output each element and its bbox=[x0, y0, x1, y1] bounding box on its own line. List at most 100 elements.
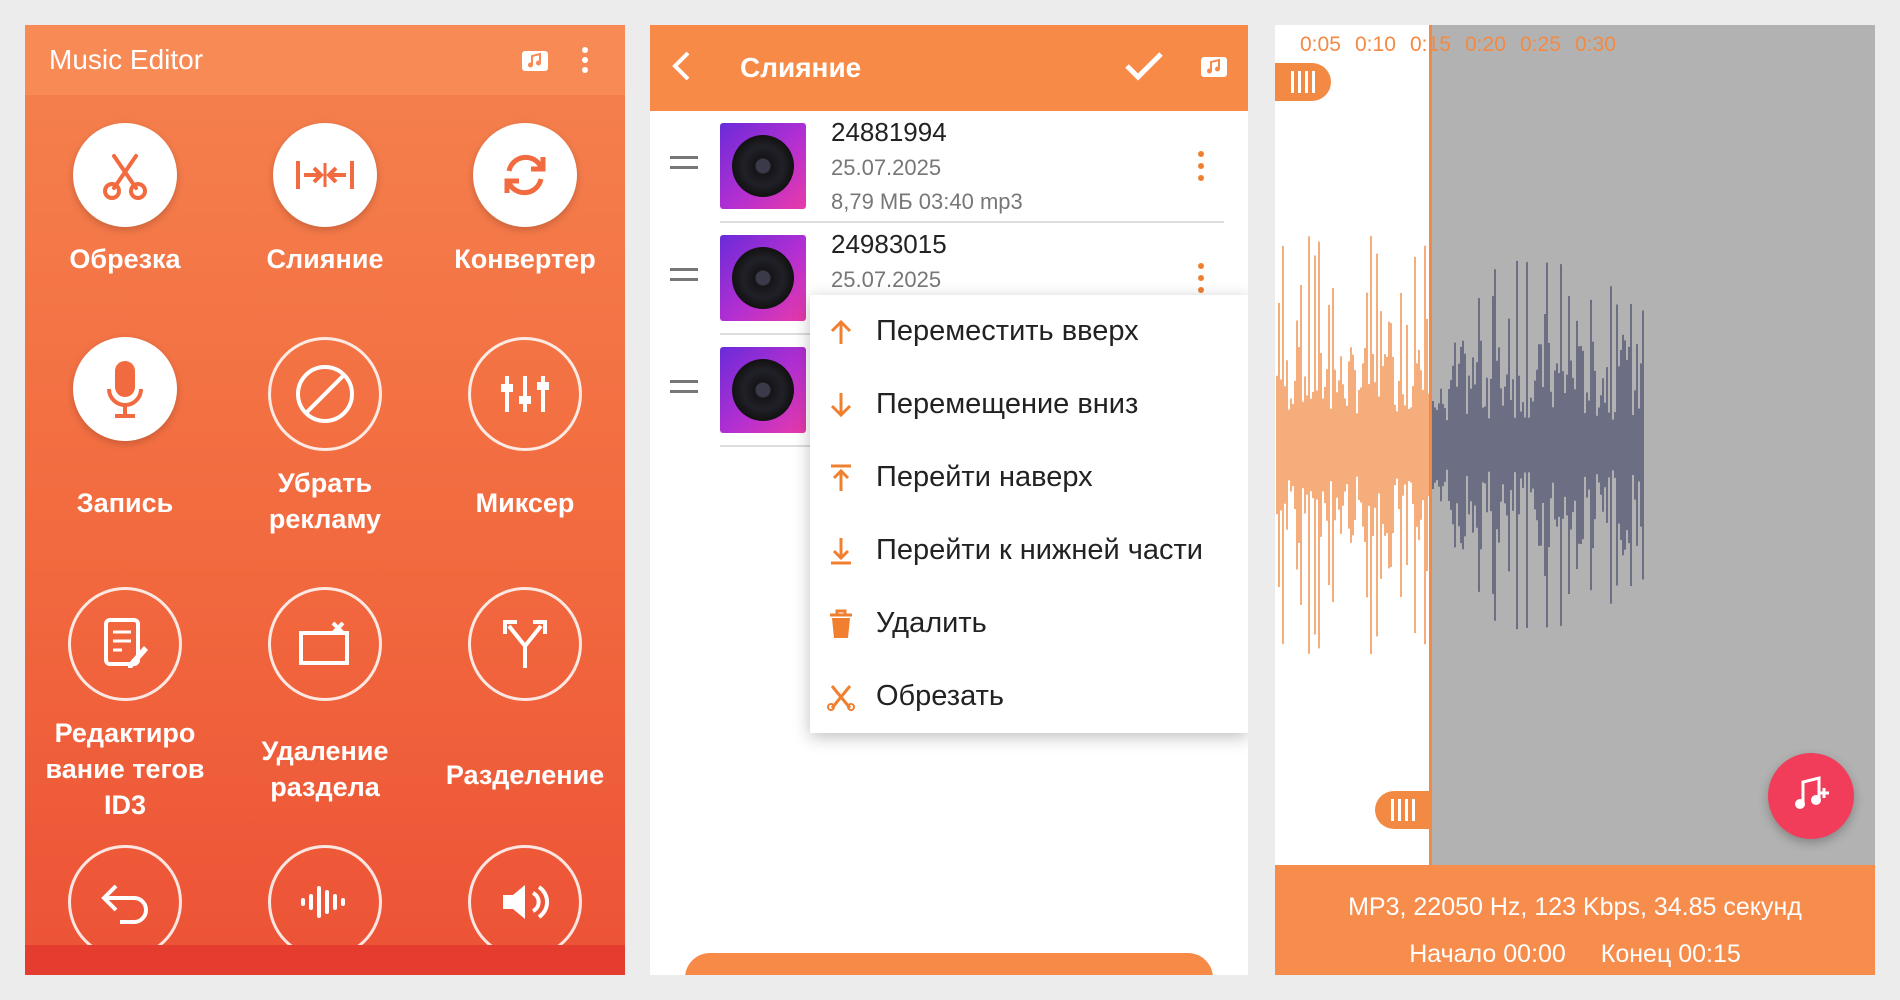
tile-mixer[interactable]: Миксер bbox=[425, 337, 625, 521]
context-menu: Переместить вверх Перемещение вниз Перей… bbox=[810, 295, 1248, 733]
track-meta: 8,79 МБ 03:40 mp3 bbox=[831, 189, 1023, 214]
time-tick: 0:05 bbox=[1300, 33, 1341, 56]
time-tick: 0:30 bbox=[1575, 33, 1616, 56]
tile-label: Убрать рекламу bbox=[268, 468, 382, 534]
tile-label: Запись bbox=[76, 488, 174, 518]
drag-handle-icon[interactable] bbox=[670, 156, 698, 176]
merge-icon bbox=[273, 123, 377, 227]
menu-item-move-up[interactable]: Переместить вверх bbox=[810, 295, 1248, 368]
remove-section-icon bbox=[268, 587, 382, 701]
menu-item-cut[interactable]: Обрезать bbox=[810, 660, 1248, 733]
music-folder-icon[interactable] bbox=[519, 44, 551, 76]
play-position-line bbox=[1429, 25, 1432, 865]
menu-item-label: Удалить bbox=[876, 607, 987, 639]
to-bottom-icon bbox=[824, 534, 858, 568]
tile-label: Миксер bbox=[475, 488, 575, 518]
timeline: 0:05 0:10 0:15 0:20 0:25 0:30 bbox=[1300, 33, 1630, 57]
end-handle[interactable] bbox=[1375, 791, 1431, 829]
menu-item-delete[interactable]: Удалить bbox=[810, 587, 1248, 660]
arrow-down-icon bbox=[824, 388, 858, 422]
album-art bbox=[720, 123, 806, 209]
sliders-icon bbox=[468, 337, 582, 451]
menu-item-label: Перемещение вниз bbox=[876, 388, 1139, 420]
vinyl-icon bbox=[732, 359, 794, 421]
time-tick: 0:10 bbox=[1355, 33, 1396, 56]
menu-item-label: Перейти наверх bbox=[876, 461, 1093, 493]
vinyl-icon bbox=[732, 247, 794, 309]
tile-converter[interactable]: Конвертер bbox=[425, 123, 625, 277]
music-add-icon bbox=[1791, 774, 1831, 819]
microphone-icon bbox=[73, 337, 177, 441]
more-vert-icon[interactable] bbox=[1198, 263, 1204, 299]
tile-volume[interactable] bbox=[425, 845, 625, 959]
cut-icon bbox=[824, 680, 858, 714]
app-bar: Слияние bbox=[650, 25, 1248, 111]
music-folder-icon[interactable] bbox=[1200, 54, 1228, 83]
start-handle[interactable] bbox=[1275, 63, 1331, 101]
track-name: 24983015 bbox=[831, 229, 947, 259]
tile-split[interactable]: Разделение bbox=[425, 587, 625, 793]
time-tick: 0:20 bbox=[1465, 33, 1506, 56]
audio-info: MP3, 22050 Hz, 123 Kbps, 34.85 секунд bbox=[1348, 893, 1802, 921]
track-name: 24881994 bbox=[831, 117, 947, 147]
waveform-area[interactable]: 0:05 0:10 0:15 0:20 0:25 0:30 bbox=[1275, 25, 1875, 865]
start-time: Начало 00:00 bbox=[1409, 940, 1566, 968]
no-ads-icon bbox=[268, 337, 382, 451]
merge-button[interactable] bbox=[685, 953, 1213, 975]
tile-remove-section[interactable]: Удаление раздела bbox=[225, 587, 425, 805]
back-arrow-icon[interactable] bbox=[670, 49, 692, 88]
track-date: 25.07.2025 bbox=[831, 155, 942, 180]
tile-label: Обрезка bbox=[69, 244, 181, 274]
menu-item-label: Переместить вверх bbox=[876, 315, 1139, 347]
menu-item-label: Перейти к нижней части bbox=[876, 534, 1203, 566]
app-title: Music Editor bbox=[49, 44, 204, 75]
split-icon bbox=[468, 587, 582, 701]
audio-info-bar: MP3, 22050 Hz, 123 Kbps, 34.85 секунд На… bbox=[1275, 865, 1875, 975]
more-vert-icon[interactable] bbox=[569, 44, 601, 76]
app-bar: Music Editor bbox=[25, 25, 625, 95]
tag-edit-icon bbox=[68, 587, 182, 701]
home-screen: Music Editor Обрезка Слияние Конвертер З… bbox=[25, 25, 625, 975]
volume-icon bbox=[468, 845, 582, 959]
waveform bbox=[1276, 235, 1644, 655]
scissors-icon bbox=[73, 123, 177, 227]
trash-icon bbox=[824, 607, 858, 641]
tile-trim[interactable]: Обрезка bbox=[25, 123, 225, 277]
arrow-up-icon bbox=[824, 315, 858, 349]
tile-audio[interactable] bbox=[225, 845, 425, 959]
drag-handle-icon[interactable] bbox=[670, 380, 698, 400]
tile-label: Разделение bbox=[445, 760, 605, 790]
menu-item-move-down[interactable]: Перемещение вниз bbox=[810, 368, 1248, 441]
refresh-icon bbox=[473, 123, 577, 227]
tile-undo[interactable] bbox=[25, 845, 225, 959]
album-art bbox=[720, 347, 806, 433]
tile-label: Редактиро вание тегов ID3 bbox=[45, 718, 205, 820]
merge-screen: Слияние 24881994 25.07.2025 8,79 МБ 03:4… bbox=[650, 25, 1248, 975]
undo-icon bbox=[68, 845, 182, 959]
more-vert-icon[interactable] bbox=[1198, 151, 1204, 187]
tile-record[interactable]: Запись bbox=[25, 337, 225, 521]
tile-label: Удаление раздела bbox=[261, 736, 389, 802]
trim-screen: 0:05 0:10 0:15 0:20 0:25 0:30 MP3, 22050… bbox=[1275, 25, 1875, 975]
menu-item-to-bottom[interactable]: Перейти к нижней части bbox=[810, 514, 1248, 587]
tile-label: Слияние bbox=[266, 244, 384, 274]
end-time: Конец 00:15 bbox=[1600, 940, 1741, 968]
page-title: Слияние bbox=[740, 52, 862, 83]
check-icon[interactable] bbox=[1124, 51, 1164, 86]
tile-merge[interactable]: Слияние bbox=[225, 123, 425, 277]
time-tick: 0:25 bbox=[1520, 33, 1561, 56]
time-tick: 0:15 bbox=[1410, 33, 1451, 56]
to-top-icon bbox=[824, 461, 858, 495]
album-art bbox=[720, 235, 806, 321]
track-date: 25.07.2025 bbox=[831, 267, 942, 292]
list-item[interactable]: 24881994 25.07.2025 8,79 МБ 03:40 mp3 bbox=[650, 111, 1248, 221]
audio-wave-icon bbox=[268, 845, 382, 959]
tile-id3[interactable]: Редактиро вание тегов ID3 bbox=[25, 587, 225, 823]
vinyl-icon bbox=[732, 135, 794, 197]
menu-item-to-top[interactable]: Перейти наверх bbox=[810, 441, 1248, 514]
add-music-button[interactable] bbox=[1768, 753, 1854, 839]
bottom-bar bbox=[25, 945, 625, 975]
drag-handle-icon[interactable] bbox=[670, 268, 698, 288]
tile-remove-ads[interactable]: Убрать рекламу bbox=[225, 337, 425, 537]
menu-item-label: Обрезать bbox=[876, 680, 1004, 712]
